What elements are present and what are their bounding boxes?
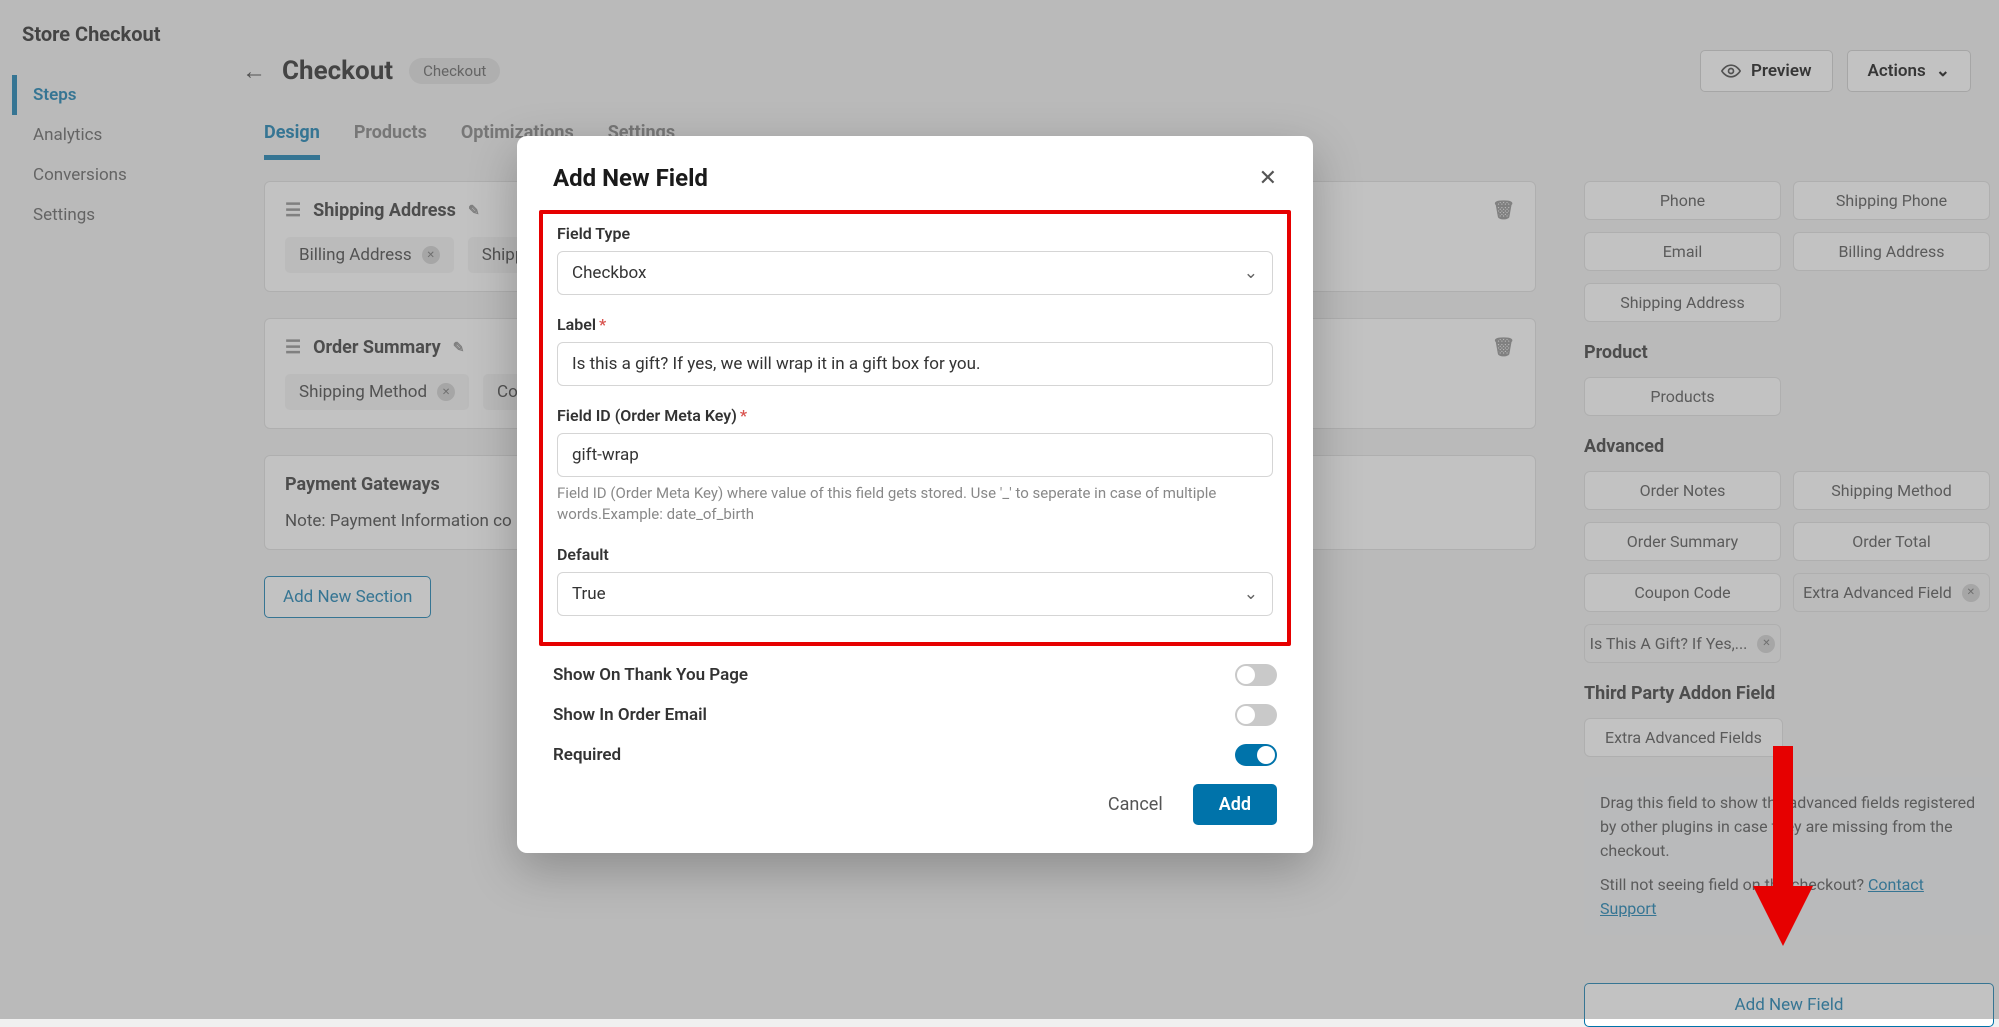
field-type-value: Checkbox bbox=[572, 263, 646, 283]
required-toggle[interactable] bbox=[1235, 744, 1277, 766]
default-label: Default bbox=[557, 545, 1273, 564]
field-type-label: Field Type bbox=[557, 224, 1273, 243]
show-email-label: Show In Order Email bbox=[553, 705, 707, 725]
fieldid-label: Field ID (Order Meta Key)* bbox=[557, 406, 1273, 425]
add-button[interactable]: Add bbox=[1193, 784, 1277, 825]
required-label: Required bbox=[553, 745, 621, 765]
default-value: True bbox=[572, 584, 606, 604]
add-new-field-modal: Add New Field ✕ Field Type Checkbox ⌄ La… bbox=[517, 136, 1313, 853]
fieldid-help: Field ID (Order Meta Key) where value of… bbox=[557, 483, 1273, 525]
label-label: Label* bbox=[557, 315, 1273, 334]
fieldid-input[interactable]: gift-wrap bbox=[557, 433, 1273, 477]
chevron-down-icon: ⌄ bbox=[1244, 263, 1258, 283]
modal-title: Add New Field bbox=[553, 164, 708, 192]
show-thankyou-toggle[interactable] bbox=[1235, 664, 1277, 686]
default-select[interactable]: True ⌄ bbox=[557, 572, 1273, 616]
show-email-toggle[interactable] bbox=[1235, 704, 1277, 726]
chevron-down-icon: ⌄ bbox=[1244, 584, 1258, 604]
show-thankyou-label: Show On Thank You Page bbox=[553, 665, 748, 685]
fieldid-value: gift-wrap bbox=[572, 445, 639, 465]
label-input[interactable]: Is this a gift? If yes, we will wrap it … bbox=[557, 342, 1273, 386]
highlight-box: Field Type Checkbox ⌄ Label* Is this a g… bbox=[539, 210, 1291, 646]
label-value: Is this a gift? If yes, we will wrap it … bbox=[572, 354, 980, 374]
cancel-button[interactable]: Cancel bbox=[1108, 784, 1163, 825]
field-type-select[interactable]: Checkbox ⌄ bbox=[557, 251, 1273, 295]
close-icon[interactable]: ✕ bbox=[1259, 166, 1277, 191]
